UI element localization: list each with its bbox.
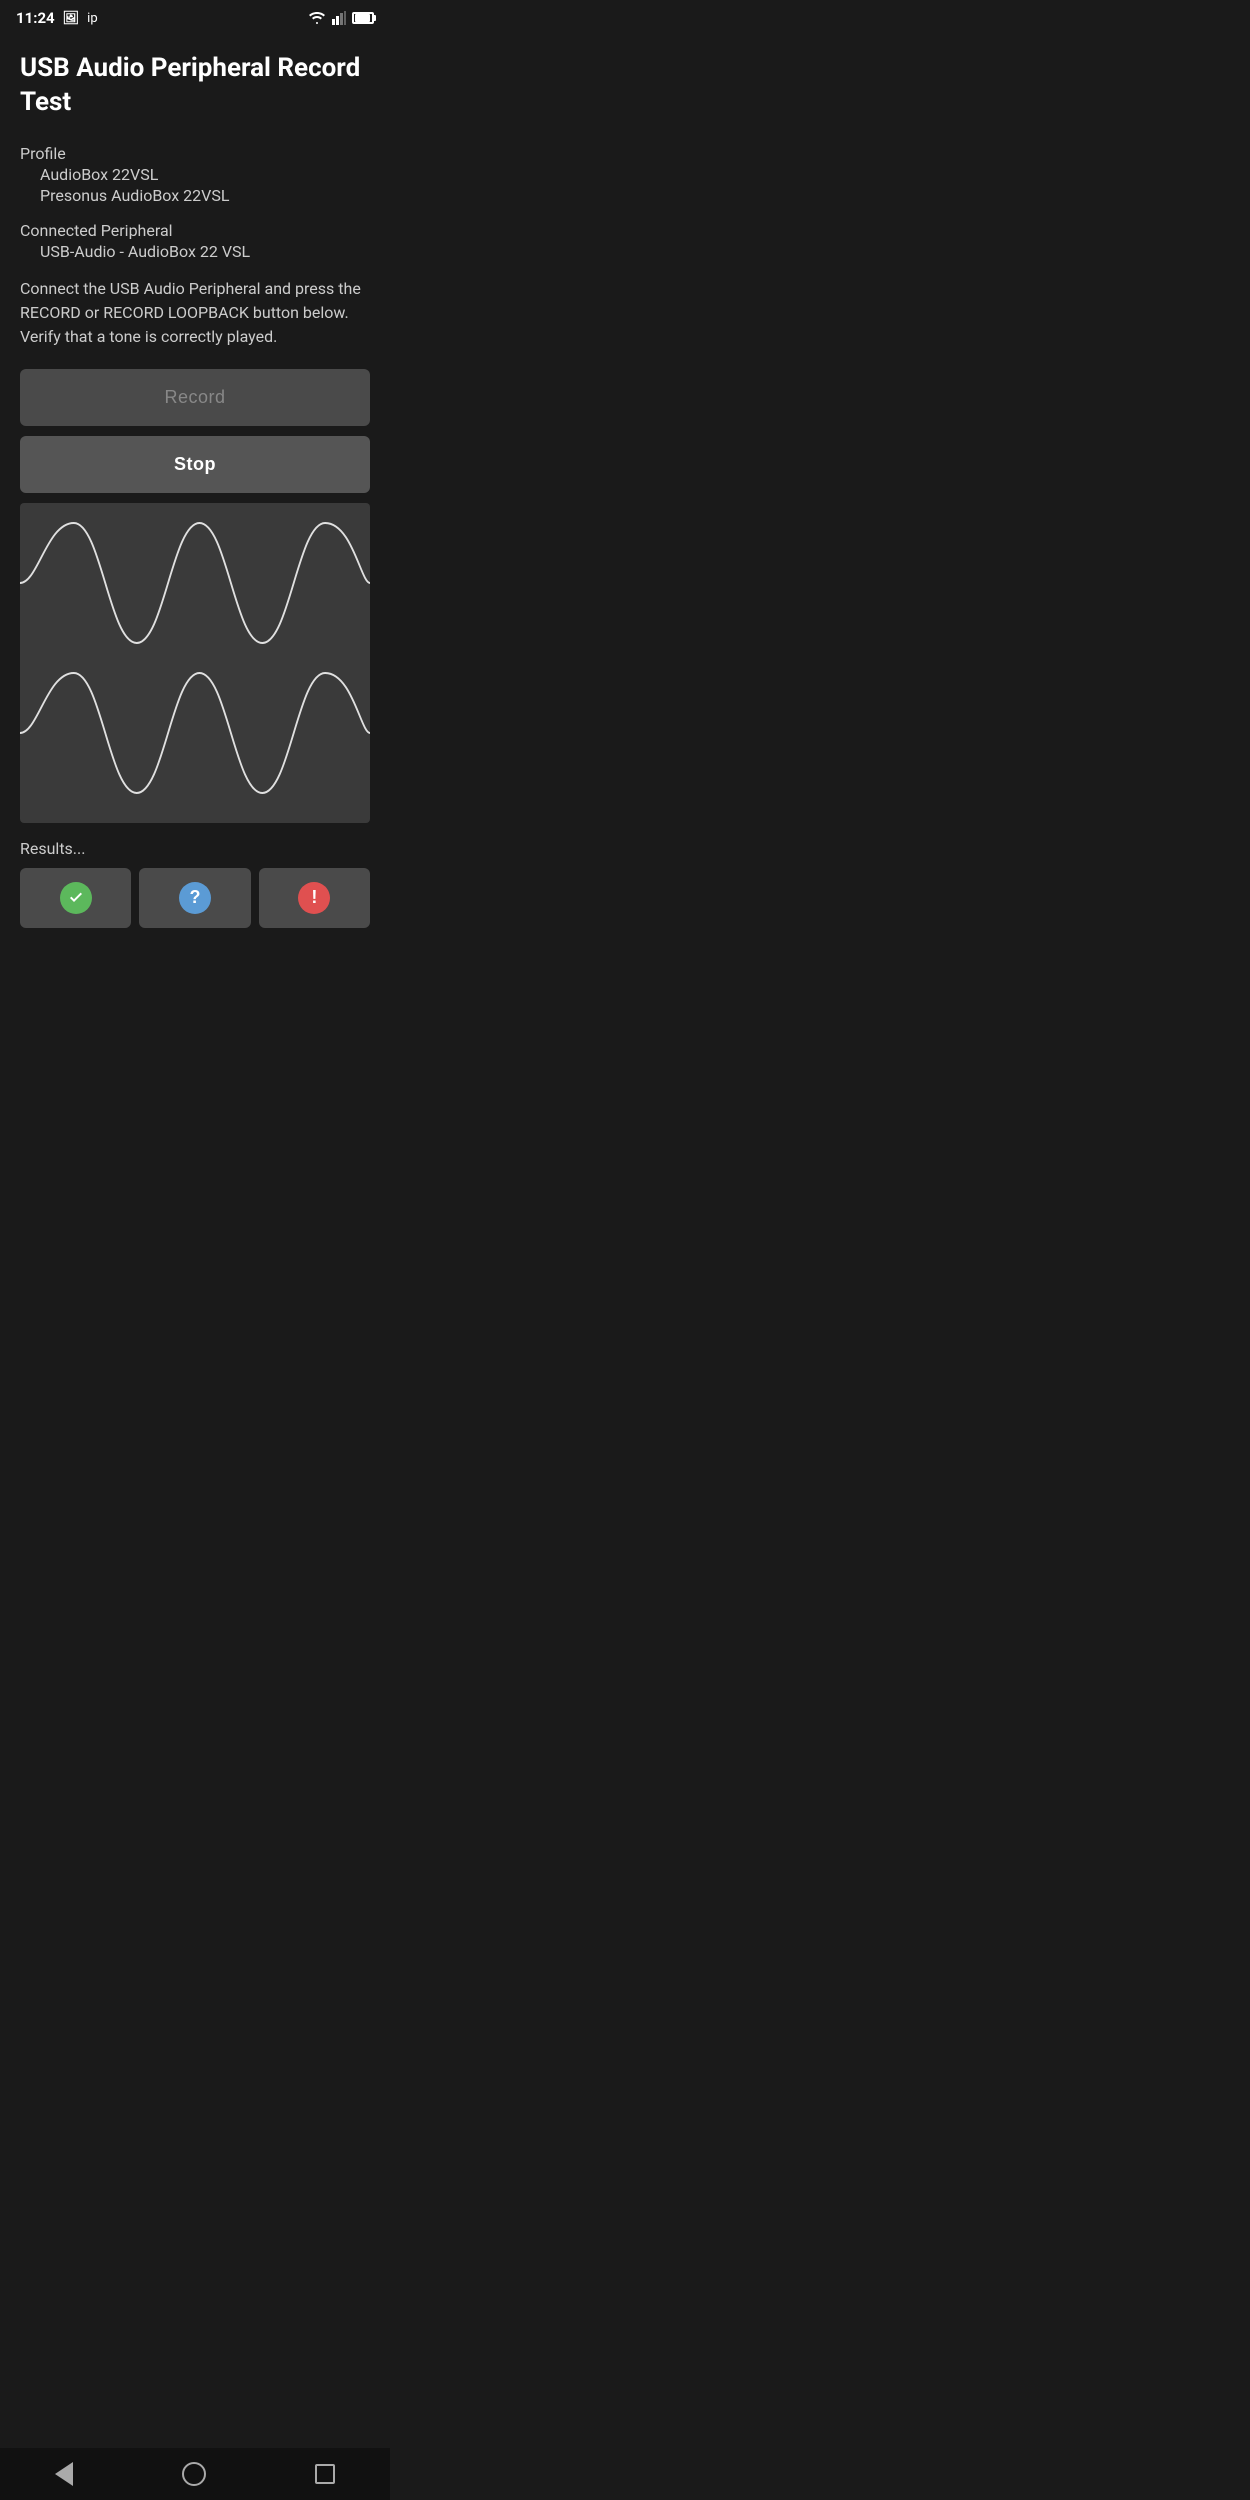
main-content: USB Audio Peripheral Record Test Profile… <box>0 36 390 944</box>
page-title: USB Audio Peripheral Record Test <box>20 52 370 120</box>
back-icon <box>55 2462 73 2486</box>
exclamation-mark: ! <box>311 887 317 908</box>
error-icon: ! <box>298 882 330 914</box>
back-button[interactable] <box>47 2454 81 2494</box>
result-error-button[interactable]: ! <box>259 868 370 928</box>
peripheral-device: USB-Audio - AudioBox 22 VSL <box>20 242 370 261</box>
profile-label: Profile <box>20 144 370 163</box>
image-icon: 🖼 <box>63 11 80 26</box>
waveform-display <box>20 503 370 823</box>
bottom-navigation <box>0 2448 390 2500</box>
home-button[interactable] <box>174 2454 214 2494</box>
status-right <box>308 11 374 25</box>
home-icon <box>182 2462 206 2486</box>
peripheral-section: Connected Peripheral USB-Audio - AudioBo… <box>20 221 370 261</box>
signal-icon <box>332 11 346 25</box>
question-mark: ? <box>189 887 200 908</box>
time-display: 11:24 <box>16 9 55 27</box>
recents-button[interactable] <box>307 2456 343 2492</box>
waveform-svg <box>20 503 370 823</box>
profile-model: Presonus AudioBox 22VSL <box>20 186 370 205</box>
status-bar: 11:24 🖼 ip <box>0 0 390 36</box>
result-success-button[interactable] <box>20 868 131 928</box>
wifi-icon <box>308 11 326 25</box>
success-icon <box>60 882 92 914</box>
result-question-button[interactable]: ? <box>139 868 250 928</box>
record-button[interactable]: Record <box>20 369 370 426</box>
question-icon: ? <box>179 882 211 914</box>
connected-peripheral-label: Connected Peripheral <box>20 221 370 240</box>
ip-label: ip <box>87 11 97 26</box>
battery-icon <box>352 12 374 24</box>
results-buttons-container: ? ! <box>20 868 370 928</box>
results-label: Results... <box>20 839 370 858</box>
profile-section: Profile AudioBox 22VSL Presonus AudioBox… <box>20 144 370 205</box>
recents-icon <box>315 2464 335 2484</box>
description-text: Connect the USB Audio Peripheral and pre… <box>20 277 370 349</box>
status-left: 11:24 🖼 ip <box>16 9 98 27</box>
profile-name: AudioBox 22VSL <box>20 165 370 184</box>
stop-button[interactable]: Stop <box>20 436 370 493</box>
